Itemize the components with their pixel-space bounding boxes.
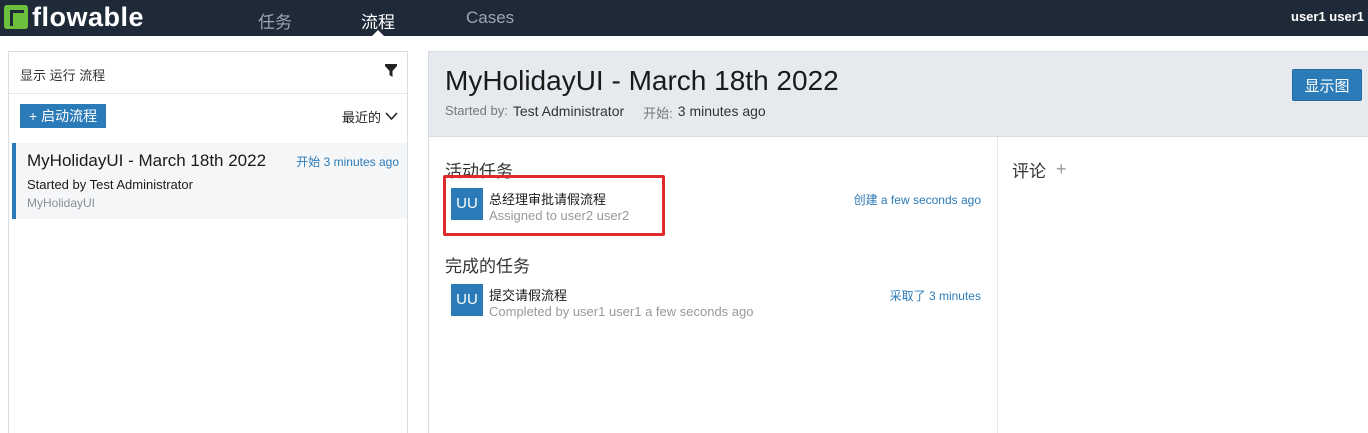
completed-task-item[interactable]: UU 提交请假流程 Completed by user1 user1 a few…: [451, 284, 981, 320]
task-duration: 采取了 3 minutes: [889, 289, 981, 303]
task-completed-by: Completed by user1 user1 a few seconds a…: [489, 304, 754, 319]
brand-name: flowable: [32, 1, 145, 32]
process-filter-title[interactable]: 显示 运行 流程: [20, 65, 105, 84]
start-label: 开始:: [643, 106, 673, 121]
comments-title: 评论: [1012, 162, 1046, 181]
process-definition: MyHolidayUI: [27, 196, 96, 210]
add-comment-icon[interactable]: +: [1056, 159, 1067, 180]
nav-tab-cases[interactable]: Cases: [466, 8, 514, 28]
started-by-label: Started by:: [445, 103, 508, 118]
process-started-by: Started by Test Administrator: [27, 177, 193, 192]
process-list-panel: 显示 运行 流程 + 启动流程 最近的 MyHolidayUI - March …: [8, 51, 408, 433]
flowable-logo[interactable]: flowable: [4, 2, 144, 32]
filter-icon[interactable]: [385, 64, 397, 82]
process-detail-header: MyHolidayUI - March 18th 2022 Started by…: [428, 51, 1368, 137]
process-meta: Started by: Test Administrator 开始: 3 min…: [445, 103, 766, 122]
process-name: MyHolidayUI - March 18th 2022: [27, 151, 267, 170]
process-start-time: 开始 3 minutes ago: [296, 155, 399, 169]
started-by-value: Test Administrator: [512, 103, 625, 119]
start-process-button[interactable]: + 启动流程: [20, 104, 107, 128]
nav-tab-tasks[interactable]: 任务: [258, 8, 292, 33]
task-name[interactable]: 提交请假流程: [489, 285, 567, 304]
annotation-highlight-box: [443, 175, 665, 236]
top-navbar: flowable 任务 流程 Cases user1 user1: [0, 0, 1368, 37]
completed-tasks-title: 完成的任务: [445, 257, 530, 276]
column-divider: [997, 137, 998, 433]
comments-header: 评论 +: [1012, 157, 1067, 182]
show-diagram-button[interactable]: 显示图: [1292, 69, 1362, 101]
active-tab-indicator: [371, 30, 385, 37]
task-created-time: 创建 a few seconds ago: [853, 193, 981, 207]
page-title: MyHolidayUI - March 18th 2022: [445, 65, 839, 96]
flowable-logo-icon: [4, 5, 28, 29]
process-list-item[interactable]: MyHolidayUI - March 18th 2022 开始 3 minut…: [12, 143, 407, 219]
process-list-header: 显示 运行 流程: [9, 52, 407, 94]
sort-label: 最近的: [342, 110, 382, 125]
start-time-value: 3 minutes ago: [677, 103, 766, 119]
chevron-down-icon: [385, 112, 398, 121]
process-detail-body: 活动任务 UU 总经理审批请假流程 Assigned to user2 user…: [428, 137, 1368, 433]
user-menu[interactable]: user1 user1: [1291, 9, 1364, 24]
avatar: UU: [451, 284, 483, 316]
sort-dropdown[interactable]: 最近的: [342, 107, 398, 126]
